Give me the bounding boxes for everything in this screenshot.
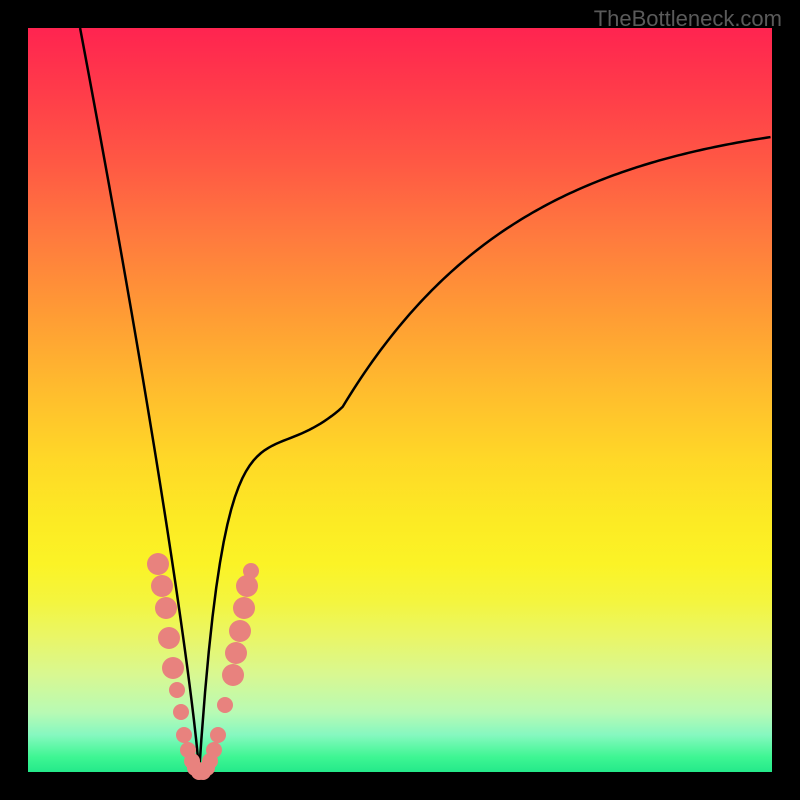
data-marker [147,553,169,575]
data-marker [225,642,247,664]
data-marker [206,742,222,758]
data-marker [217,697,233,713]
data-marker [243,563,259,579]
data-marker [173,704,189,720]
data-marker [210,727,226,743]
chart-plot-area [28,28,772,772]
data-marker [229,620,251,642]
data-marker [155,597,177,619]
data-marker [151,575,173,597]
data-marker [176,727,192,743]
data-marker [169,682,185,698]
data-marker [222,664,244,686]
data-marker [233,597,255,619]
data-marker [158,627,180,649]
bottleneck-curve [28,28,772,772]
watermark-text: TheBottleneck.com [594,6,782,32]
data-marker [162,657,184,679]
